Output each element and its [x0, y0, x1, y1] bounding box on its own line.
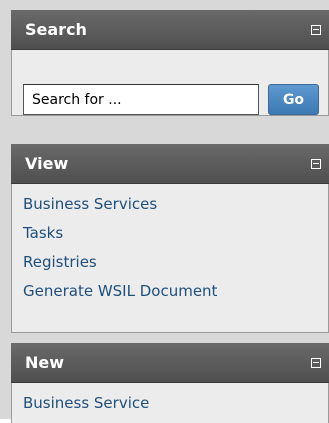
- view-panel-header[interactable]: View: [11, 144, 329, 184]
- search-panel-body: Go: [11, 50, 329, 116]
- new-panel-body: Business Service: [11, 383, 329, 423]
- search-panel-header[interactable]: Search: [11, 10, 329, 50]
- link-business-service[interactable]: Business Service: [23, 394, 149, 412]
- link-generate-wsil-document[interactable]: Generate WSIL Document: [23, 282, 217, 300]
- view-panel: View Business Services Tasks Registries …: [11, 144, 329, 333]
- new-link-list: Business Service: [12, 383, 328, 422]
- view-panel-body: Business Services Tasks Registries Gener…: [11, 184, 329, 333]
- view-panel-title: View: [25, 154, 69, 173]
- view-link-list: Business Services Tasks Registries Gener…: [12, 184, 328, 310]
- new-panel-title: New: [25, 353, 65, 372]
- collapse-icon[interactable]: [311, 158, 321, 169]
- search-panel: Search Go: [11, 10, 329, 116]
- new-panel-header[interactable]: New: [11, 343, 329, 383]
- collapse-icon[interactable]: [311, 24, 321, 35]
- link-tasks[interactable]: Tasks: [23, 224, 63, 242]
- link-registries[interactable]: Registries: [23, 253, 97, 271]
- sidebar: Search Go View Business Services Tasks R…: [0, 0, 329, 423]
- go-button[interactable]: Go: [268, 84, 319, 115]
- new-panel: New Business Service: [11, 343, 329, 423]
- collapse-icon[interactable]: [311, 357, 321, 368]
- search-panel-title: Search: [25, 20, 87, 39]
- search-input[interactable]: [23, 84, 259, 115]
- link-business-services[interactable]: Business Services: [23, 195, 157, 213]
